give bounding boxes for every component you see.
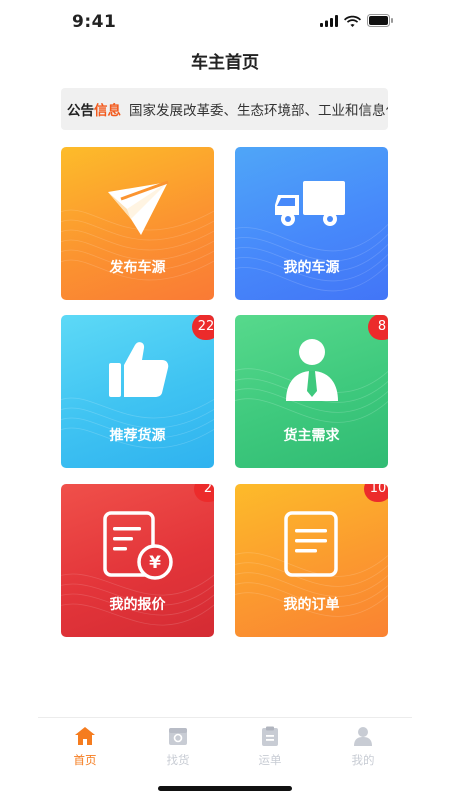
notice-bar[interactable]: 公告 信息 国家发展改革委、生态环境部、工业和信息化部 (61, 88, 388, 130)
home-icon (75, 727, 95, 745)
signal-icon (320, 14, 338, 27)
tile-label: 推荐货源 (109, 428, 166, 444)
svg-text:¥: ¥ (149, 553, 161, 573)
paper-plane-icon (108, 180, 169, 235)
tile-publish-vehicle[interactable]: 发布车源 (61, 147, 214, 300)
status-icons (320, 14, 394, 27)
tab-label: 首页 (73, 753, 97, 767)
tab-home[interactable]: 首页 (60, 726, 110, 768)
page-title: 车主首页 (191, 53, 259, 73)
document-icon (284, 511, 338, 577)
thumbs-up-icon (109, 342, 169, 397)
truck-icon (275, 181, 345, 226)
status-bar: 9:41 (0, 0, 450, 44)
tile-label: 发布车源 (109, 260, 166, 276)
notice-label-highlight: 信息 (94, 103, 121, 119)
tile-shipper-demand[interactable]: 货主需求 8 (235, 315, 388, 468)
tab-label: 我的 (351, 753, 375, 767)
yen-document-icon: ¥ (103, 511, 173, 580)
notice-label: 公告 (67, 103, 94, 119)
tile-label: 我的报价 (109, 597, 166, 613)
person-icon (286, 339, 338, 401)
tab-waybill[interactable]: 运单 (245, 726, 295, 768)
tab-profile[interactable]: 我的 (338, 726, 388, 768)
tab-label: 运单 (258, 753, 282, 767)
status-time: 9:41 (72, 12, 117, 32)
wifi-icon (344, 15, 361, 27)
tile-recommended-goods[interactable]: 推荐货源 22 (61, 315, 214, 468)
tile-my-quotes[interactable]: ¥ 我的报价 2 (61, 484, 214, 637)
tile-label: 我的车源 (283, 260, 340, 276)
notice-text: 国家发展改革委、生态环境部、工业和信息化部 (129, 103, 388, 119)
tile-label: 货主需求 (283, 428, 340, 444)
find-goods-icon (169, 728, 187, 745)
tab-label: 找货 (166, 753, 190, 767)
tile-label: 我的订单 (283, 597, 340, 613)
battery-icon (367, 14, 393, 27)
tile-my-vehicles[interactable]: 我的车源 (235, 147, 388, 300)
profile-icon (354, 727, 372, 746)
tab-bar: 首页 找货 运单 我的 (38, 717, 412, 774)
notification-badge: 22 (192, 315, 214, 340)
home-indicator (158, 786, 292, 791)
tile-my-orders[interactable]: 我的订单 10 (235, 484, 388, 637)
tab-find-goods[interactable]: 找货 (153, 726, 203, 768)
notification-badge: 8 (368, 315, 388, 340)
waybill-icon (262, 726, 278, 746)
